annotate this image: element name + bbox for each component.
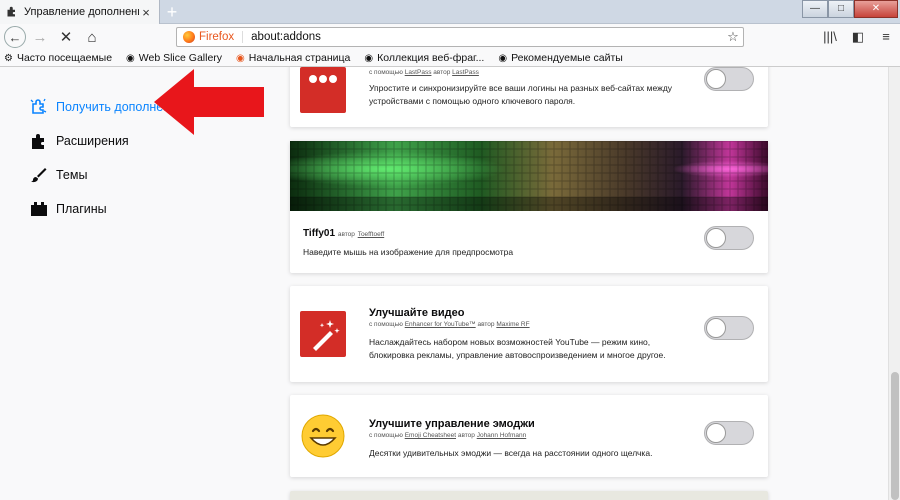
lastpass-icon [300,67,346,113]
addon-title: Улучшайте видео [369,307,465,319]
toolbar-right: |||\ ◧ ≡ [816,27,900,47]
addon-description: Наслаждайтесь набором новых возможностей… [369,337,666,360]
url-bar[interactable]: Firefox about:addons ☆ [176,27,744,47]
firefox-icon [183,31,195,43]
addon-card-lastpass[interactable]: с помощью LastPass автор LastPass Упрост… [290,67,768,127]
toggle-knob [706,423,726,443]
window-controls: — □ ✕ [802,0,898,18]
author-prefix: автор [457,432,475,439]
identity-label[interactable]: Firefox [199,31,244,43]
ie-icon: ◉ [498,52,508,64]
puzzle-icon [7,6,15,17]
author-prefix: автор [337,231,355,238]
navigation-toolbar: ← → ✕ ⌂ Firefox about:addons ☆ |||\ ◧ ≡ [0,24,900,50]
gear-icon: ⚙ [4,52,13,64]
categories-sidebar: Получить дополне... Расширения Темы Плаг… [0,67,264,500]
install-toggle[interactable] [704,316,754,340]
get-addons-icon [30,98,48,116]
install-toggle[interactable] [704,67,754,91]
bookmark-home-page[interactable]: ◉ Начальная страница [236,52,350,64]
author-prefix: автор [477,321,495,328]
addon-card-next[interactable] [290,491,768,500]
addon-title: Tiffy01 [303,228,336,239]
red-arrow-annotation [154,69,264,135]
home-button[interactable]: ⌂ [80,25,104,49]
addon-link[interactable]: LastPass [405,69,432,76]
addon-link[interactable]: Enhancer for YouTube™ [405,321,476,328]
addon-subtitle: с помощью Enhancer for YouTube™ автор Ma… [369,321,530,328]
bookmark-web-fragments[interactable]: ◉ Коллекция веб-фраг... [364,52,484,64]
category-label: Плагины [56,202,107,216]
tab-close-icon[interactable]: × [139,5,153,20]
category-get-addons[interactable]: Получить дополне... [30,98,174,116]
magic-wand-icon [300,311,346,357]
plugin-icon [30,200,48,218]
toggle-knob [706,228,726,248]
author-prefix: автор [433,69,451,76]
new-tab-button[interactable]: + [162,2,182,22]
author-link[interactable]: Maxime RF [496,321,529,328]
addon-subtitle: с помощью LastPass автор LastPass [369,69,479,76]
author-link[interactable]: Toefftoeff [358,231,385,238]
addon-title-line: Tiffy01 автор Toefftoeff [303,228,384,239]
bookmark-web-slice-gallery[interactable]: ◉ Web Slice Gallery [126,52,222,64]
subtitle-prefix: с помощью [369,432,403,439]
bookmark-label: Рекомендуемые сайты [511,52,623,64]
bookmark-label: Начальная страница [248,52,351,64]
minimize-button[interactable]: — [802,0,828,18]
menu-button[interactable]: ≡ [872,27,900,47]
page-scrollbar[interactable] [888,67,900,500]
subtitle-prefix: с помощью [369,321,403,328]
addon-card-enhancer-youtube[interactable]: Улучшайте видео с помощью Enhancer for Y… [290,286,768,382]
library-button[interactable]: |||\ [816,27,844,47]
bookmark-star-icon[interactable]: ☆ [723,29,743,45]
smiley-emoji-icon [300,413,346,459]
category-plugins[interactable]: Плагины [30,200,107,218]
scrollbar-thumb[interactable] [891,372,899,500]
author-link[interactable]: Johann Hofmann [477,432,527,439]
bookmark-suggested-sites[interactable]: ◉ Рекомендуемые сайты [498,52,622,64]
addon-link[interactable]: Emoji Cheatsheet [405,432,456,439]
author-link[interactable]: LastPass [452,69,479,76]
addon-card-tiffy01[interactable]: Tiffy01 автор Toefftoeff Наведите мышь н… [290,141,768,273]
bookmarks-toolbar: ⚙ Часто посещаемые ◉ Web Slice Gallery ◉ На… [0,50,900,67]
addon-subtitle: с помощью Emoji Cheatsheet автор Johann … [369,432,526,439]
forward-button[interactable]: → [28,25,52,49]
addon-title: Улучшите управление эмоджи [369,418,535,430]
addon-description: Упростите и синхронизируйте все ваши лог… [369,83,673,106]
bookmark-label: Часто посещаемые [16,52,113,64]
bookmark-label: Web Slice Gallery [138,52,223,64]
tab-strip: Управление дополнениями × + — □ ✕ [0,0,900,24]
subtitle-prefix: с помощью [369,69,403,76]
addon-description: Наведите мышь на изображение для предпро… [303,247,514,257]
close-window-button[interactable]: ✕ [854,0,898,18]
addons-page: Получить дополне... Расширения Темы Плаг… [0,67,900,500]
tab-title: Управление дополнениями [24,6,139,18]
category-label: Расширения [56,134,129,148]
install-toggle[interactable] [704,226,754,250]
url-input[interactable]: about:addons [251,31,723,43]
toggle-knob [706,69,726,89]
theme-preview-image [290,141,768,211]
ie-icon: ◉ [364,52,374,64]
addon-card-emoji-cheatsheet[interactable]: Улучшите управление эмоджи с помощью Emo… [290,395,768,477]
brush-icon [30,166,48,184]
category-themes[interactable]: Темы [30,166,87,184]
firefox-icon: ◉ [236,52,245,64]
stop-button[interactable]: ✕ [54,25,78,49]
addon-description: Десятки удивительных эмоджи — всегда на … [369,448,653,458]
sidebar-button[interactable]: ◧ [844,27,872,47]
ie-icon: ◉ [126,52,135,64]
bookmark-most-visited[interactable]: ⚙ Часто посещаемые [4,52,112,64]
back-button[interactable]: ← [4,26,26,48]
category-label: Темы [56,168,88,182]
maximize-button[interactable]: □ [828,0,854,18]
toggle-knob [706,318,726,338]
bookmark-label: Коллекция веб-фраг... [377,52,485,64]
puzzle-icon [30,132,48,150]
tab-addons-manager[interactable]: Управление дополнениями × [0,0,160,24]
install-toggle[interactable] [704,421,754,445]
category-extensions[interactable]: Расширения [30,132,129,150]
